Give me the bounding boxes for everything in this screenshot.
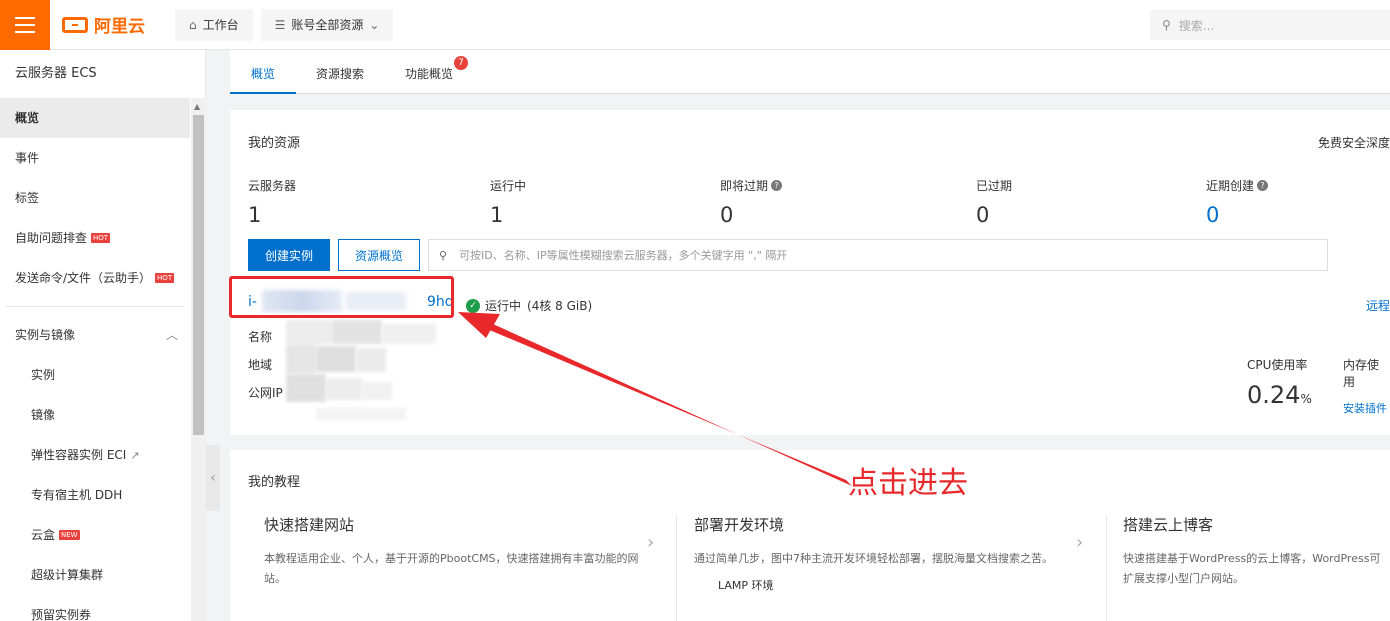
annotation-text: 点击进去 xyxy=(848,466,968,501)
annotation-arrow-shaft xyxy=(480,320,852,486)
annotation-arrow xyxy=(458,312,852,486)
